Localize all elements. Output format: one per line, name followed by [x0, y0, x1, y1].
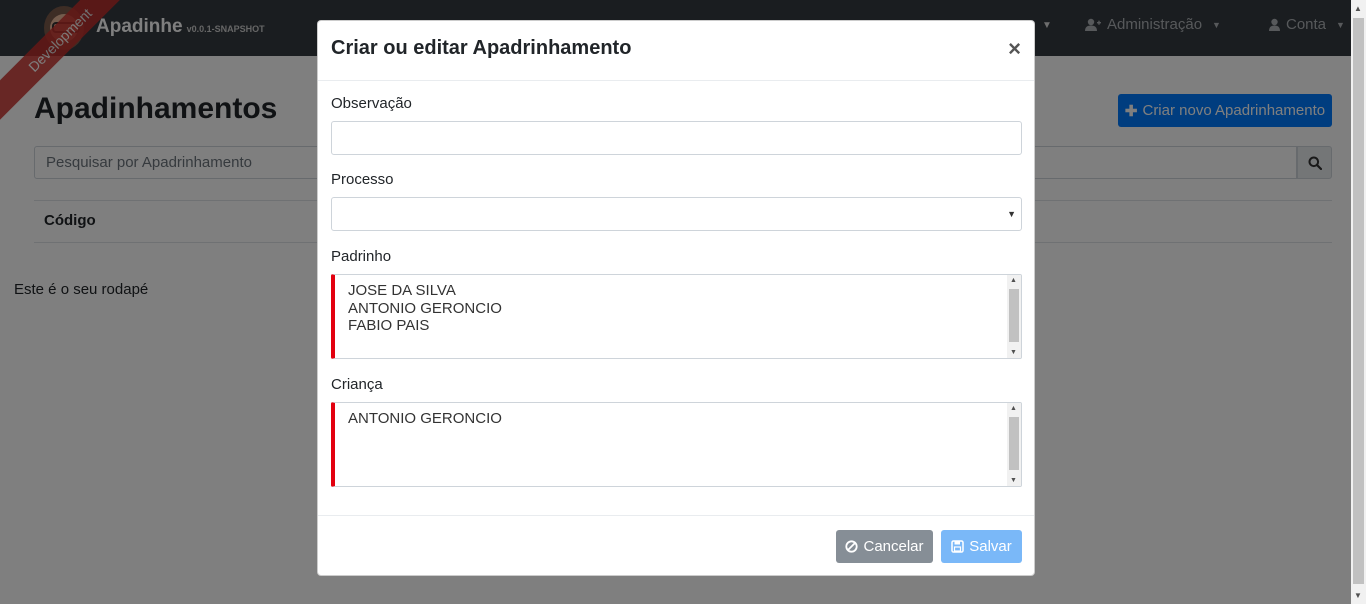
padrinho-option[interactable]: FABIO PAIS — [348, 317, 1021, 335]
scroll-up-icon[interactable]: ▲ — [1010, 405, 1017, 412]
ban-icon — [845, 540, 859, 553]
observacao-label: Observação — [331, 95, 412, 112]
scroll-thumb[interactable] — [1353, 18, 1364, 584]
observacao-input[interactable] — [331, 121, 1022, 155]
scroll-down-icon[interactable]: ▼ — [1354, 591, 1362, 600]
scroll-thumb[interactable] — [1009, 289, 1019, 342]
chevron-down-icon: ▼ — [1007, 209, 1016, 219]
padrinho-option[interactable]: JOSE DA SILVA — [348, 282, 1021, 300]
save-icon — [951, 540, 964, 553]
crianca-option[interactable]: ANTONIO GERONCIO — [348, 410, 1021, 428]
padrinho-scrollbar[interactable]: ▲ ▼ — [1007, 275, 1021, 358]
modal-title: Criar ou editar Apadrinhamento — [331, 37, 632, 59]
scroll-thumb[interactable] — [1009, 417, 1019, 470]
crianca-scrollbar[interactable]: ▲ ▼ — [1007, 403, 1021, 486]
save-button[interactable]: Salvar — [941, 530, 1022, 563]
padrinho-option[interactable]: ANTONIO GERONCIO — [348, 300, 1021, 318]
close-icon[interactable]: × — [1008, 38, 1021, 60]
scroll-up-icon[interactable]: ▲ — [1010, 277, 1017, 284]
cancel-button[interactable]: Cancelar — [836, 530, 933, 563]
cancel-button-label: Cancelar — [863, 538, 924, 555]
scroll-down-icon[interactable]: ▼ — [1010, 349, 1017, 356]
edit-modal: Criar ou editar Apadrinhamento × Observa… — [317, 20, 1035, 576]
scroll-up-icon[interactable]: ▲ — [1354, 4, 1362, 13]
crianca-label: Criança — [331, 376, 383, 393]
processo-select[interactable]: ▼ — [331, 197, 1022, 231]
processo-label: Processo — [331, 171, 394, 188]
scroll-down-icon[interactable]: ▼ — [1010, 477, 1017, 484]
padrinho-select[interactable]: JOSE DA SILVA ANTONIO GERONCIO FABIO PAI… — [331, 274, 1022, 359]
save-button-label: Salvar — [969, 538, 1012, 555]
crianca-select[interactable]: ANTONIO GERONCIO ▲ ▼ — [331, 402, 1022, 487]
modal-footer: Cancelar Salvar — [318, 515, 1034, 577]
padrinho-label: Padrinho — [331, 248, 392, 265]
page-scrollbar[interactable]: ▲ ▼ — [1351, 0, 1366, 604]
modal-header: Criar ou editar Apadrinhamento × — [318, 21, 1034, 81]
